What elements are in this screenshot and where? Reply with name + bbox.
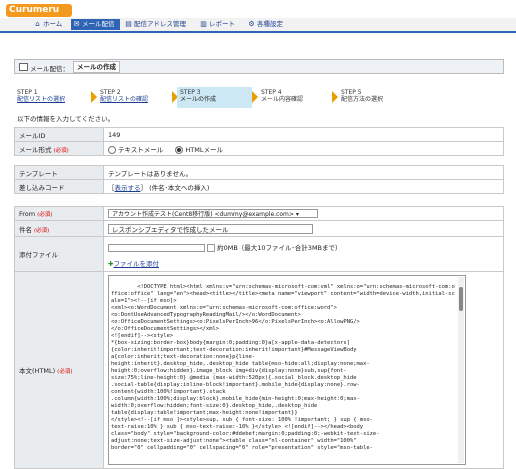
nav-report[interactable]: ▥ レポート xyxy=(198,19,243,30)
nav-home-label: ホーム xyxy=(43,20,63,28)
mail-icon xyxy=(19,63,28,71)
step-2-link[interactable]: 配信リストの確認 xyxy=(100,96,175,103)
insert-code-cell: ［表示する］ (件名･本文への挿入) xyxy=(103,179,504,194)
chevron-down-icon: ▾ xyxy=(295,211,299,218)
nav-settings[interactable]: ⚙ 各種設定 xyxy=(246,19,296,30)
nav-mail-delivery-label: メール配信 xyxy=(82,20,115,28)
step-indicator: STEP 1 配信リストの選択 STEP 2 配信リストの確認 STEP 3 メ… xyxy=(14,87,434,108)
step-2-number: STEP 2 xyxy=(100,89,121,96)
subject-label: 件名 xyxy=(19,225,32,234)
from-label: From xyxy=(19,209,36,218)
home-icon: ⌂ xyxy=(35,20,40,28)
add-attachment-link[interactable]: ファイルを添付 xyxy=(113,260,159,268)
page-title-prefix: メール配信： xyxy=(30,65,69,73)
nav-home[interactable]: ⌂ ホーム xyxy=(32,19,68,30)
from-select-value: アカウント作成テスト(Cent8移行版) <dummy@example.com> xyxy=(112,211,294,218)
step-5-number: STEP 5 xyxy=(341,89,362,96)
page-title-bar: メール配信： メールの作成 xyxy=(14,59,504,74)
scrollbar[interactable] xyxy=(458,277,464,463)
subject-label-cell: 件名 (必須) xyxy=(14,220,104,237)
step-5-label: 配信方法の選択 xyxy=(341,96,384,103)
attachment-row: 添付ファイル 約0MB（最大10ファイル･合計3MBまで） ✚ファイルを添付 xyxy=(14,236,504,272)
step-4-label: メール内容確認 xyxy=(261,96,304,103)
step-3-current: STEP 3 メールの作成 xyxy=(177,87,252,108)
step-3-label: メールの作成 xyxy=(180,96,217,103)
insert-code-bracket-close: ］ xyxy=(140,183,148,192)
html-body-textarea[interactable]: <!DOCTYPE html><html xmlns:v="urn:schema… xyxy=(108,275,466,465)
main-nav: ⌂ ホーム ✉ メール配信 ▤ 配信アドレス管理 ▥ レポート ⚙ 各種設定 xyxy=(0,18,516,33)
body-row: 本文(HTML) (必須) <!DOCTYPE html><html xmlns:… xyxy=(14,271,504,469)
nav-settings-label: 各種設定 xyxy=(257,20,283,28)
nav-address-management-label: 配信アドレス管理 xyxy=(134,20,186,28)
subject-input[interactable]: レスポンシブエディタで作成したメール xyxy=(108,223,313,234)
attachment-cell: 約0MB（最大10ファイル･合計3MBまで） ✚ファイルを添付 xyxy=(103,236,504,272)
radio-html-mail[interactable] xyxy=(175,145,184,154)
radio-text-mail[interactable] xyxy=(108,145,116,154)
page-title: メールの作成 xyxy=(73,61,120,73)
app-header: Curumeru ⌂ ホーム ✉ メール配信 ▤ 配信アドレス管理 ▥ レポート… xyxy=(0,0,516,34)
template-table: テンプレート テンプレートはありません。 差し込みコード ［表示する］ (件名･… xyxy=(14,165,504,194)
step-3-number: STEP 3 xyxy=(180,89,201,96)
required-badge: (必須) xyxy=(53,147,69,154)
scrollbar-thumb[interactable] xyxy=(459,287,463,311)
step-4: STEP 4 メール内容確認 xyxy=(258,87,336,108)
attachment-size-bar xyxy=(108,243,205,252)
mail-format-label-cell: メール形式 (必須) xyxy=(14,141,104,156)
step-1-link[interactable]: 配信リストの選択 xyxy=(17,96,94,103)
attachment-size-note: 約0MB（最大10ファイル･合計3MBまで） xyxy=(217,243,342,252)
subject-cell: レスポンシブエディタで作成したメール xyxy=(103,220,504,237)
report-icon: ▥ xyxy=(200,20,207,28)
html-body-code: <!DOCTYPE html><html xmlns:v="urn:schema… xyxy=(111,284,455,451)
body-label: 本文(HTML) xyxy=(19,367,56,375)
mail-compose-table: From (必須) アカウント作成テスト(Cent8移行版) <dummy@exa… xyxy=(14,206,504,469)
nav-report-label: レポート xyxy=(209,20,235,28)
nav-address-management[interactable]: ▤ 配信アドレス管理 xyxy=(123,19,195,30)
required-badge: (必須) xyxy=(34,227,50,234)
mail-info-table: メールID 149 メール形式 (必須) テキストメール HTMLメール xyxy=(14,127,504,156)
required-badge: (必須) xyxy=(37,211,53,218)
mail-format-label: メール形式 xyxy=(19,145,52,154)
body-cell: <!DOCTYPE html><html xmlns:v="urn:schema… xyxy=(103,271,504,469)
step-1[interactable]: STEP 1 配信リストの選択 xyxy=(14,87,94,108)
mail-id-value: 149 xyxy=(103,127,504,142)
radio-html-mail-label[interactable]: HTMLメール xyxy=(185,146,223,154)
radio-text-mail-label[interactable]: テキストメール xyxy=(118,146,163,154)
attachment-label: 添付ファイル xyxy=(14,236,104,272)
template-value: テンプレートはありません。 xyxy=(103,165,504,180)
step-5: STEP 5 配信方法の選択 xyxy=(338,87,418,108)
curumeru-logo[interactable]: Curumeru xyxy=(6,4,72,17)
insert-code-label: 差し込みコード xyxy=(14,179,104,194)
from-cell: アカウント作成テスト(Cent8移行版) <dummy@example.com>… xyxy=(103,206,504,221)
subject-row: 件名 (必須) レスポンシブエディタで作成したメール xyxy=(14,220,504,237)
show-insert-code-link[interactable]: 表示する xyxy=(115,184,141,192)
from-row: From (必須) アカウント作成テスト(Cent8移行版) <dummy@exa… xyxy=(14,206,504,221)
from-label-cell: From (必須) xyxy=(14,206,104,221)
step-2[interactable]: STEP 2 配信リストの確認 xyxy=(97,87,175,108)
mail-format-row: メール形式 (必須) テキストメール HTMLメール xyxy=(14,141,504,156)
mail-id-row: メールID 149 xyxy=(14,127,504,142)
nav-mail-delivery[interactable]: ✉ メール配信 xyxy=(71,19,120,30)
template-row: テンプレート テンプレートはありません。 xyxy=(14,165,504,180)
address-book-icon: ▤ xyxy=(125,20,132,28)
attachment-remove-button[interactable] xyxy=(207,243,215,252)
body-label-cell: 本文(HTML) (必須) xyxy=(14,271,104,469)
mail-id-label: メールID xyxy=(14,127,104,142)
mail-format-options: テキストメール HTMLメール xyxy=(103,141,504,156)
from-select[interactable]: アカウント作成テスト(Cent8移行版) <dummy@example.com>… xyxy=(108,209,318,218)
insert-code-row: 差し込みコード ［表示する］ (件名･本文への挿入) xyxy=(14,179,504,194)
insert-code-note: (件名･本文への挿入) xyxy=(149,183,210,192)
required-badge: (必須) xyxy=(57,369,73,375)
mail-icon: ✉ xyxy=(73,20,80,28)
settings-icon: ⚙ xyxy=(248,20,255,28)
step-1-number: STEP 1 xyxy=(17,89,38,96)
step-4-number: STEP 4 xyxy=(261,89,282,96)
template-label: テンプレート xyxy=(14,165,104,180)
instruction-text: 以下の情報を入力してください。 xyxy=(17,115,115,123)
